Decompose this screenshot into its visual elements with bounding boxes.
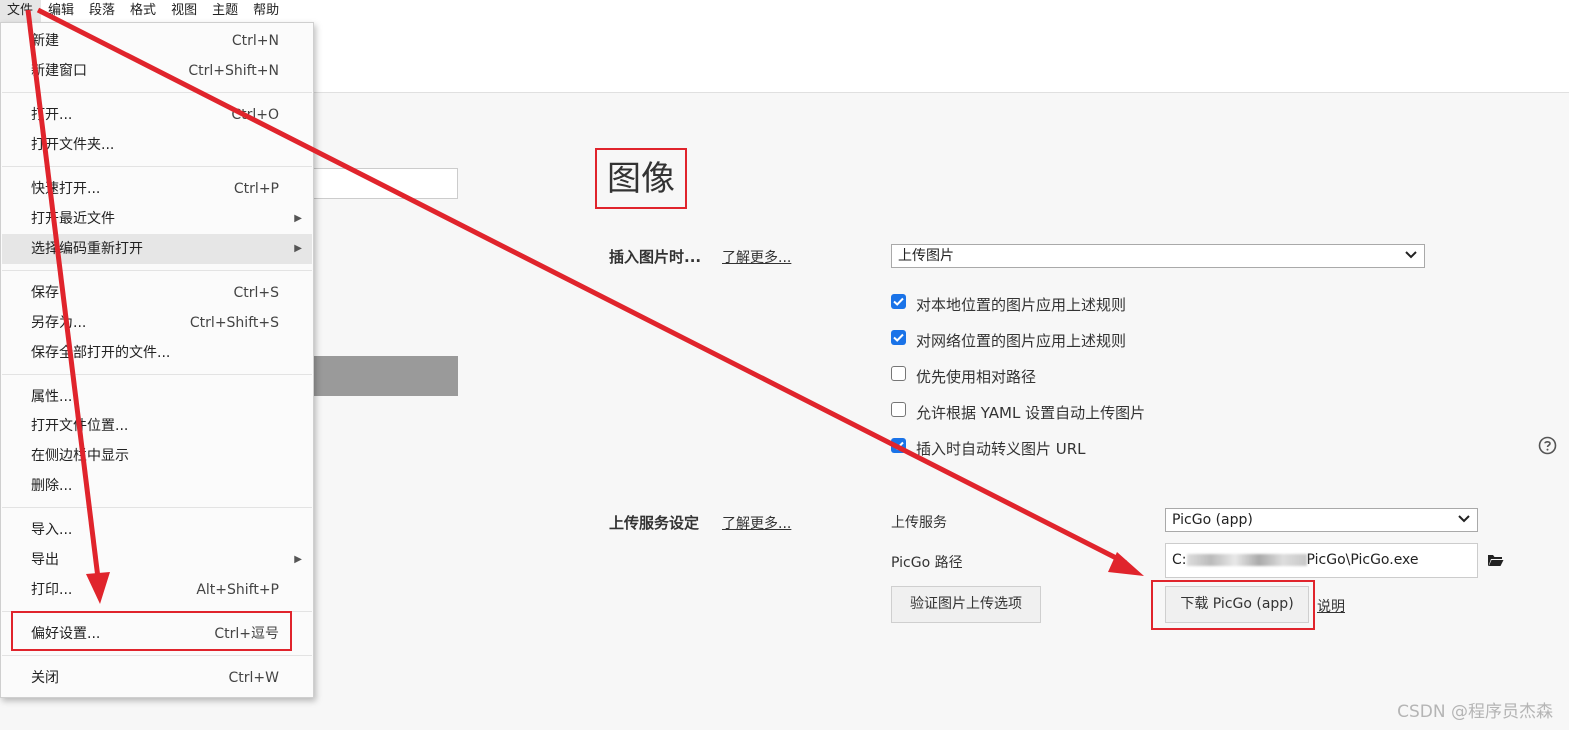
annotation-arrows (25, 7, 1144, 604)
annotation-arrow-line (36, 7, 1128, 566)
annotation-arrowhead (86, 572, 110, 604)
annotation-arrow-line (25, 9, 101, 579)
